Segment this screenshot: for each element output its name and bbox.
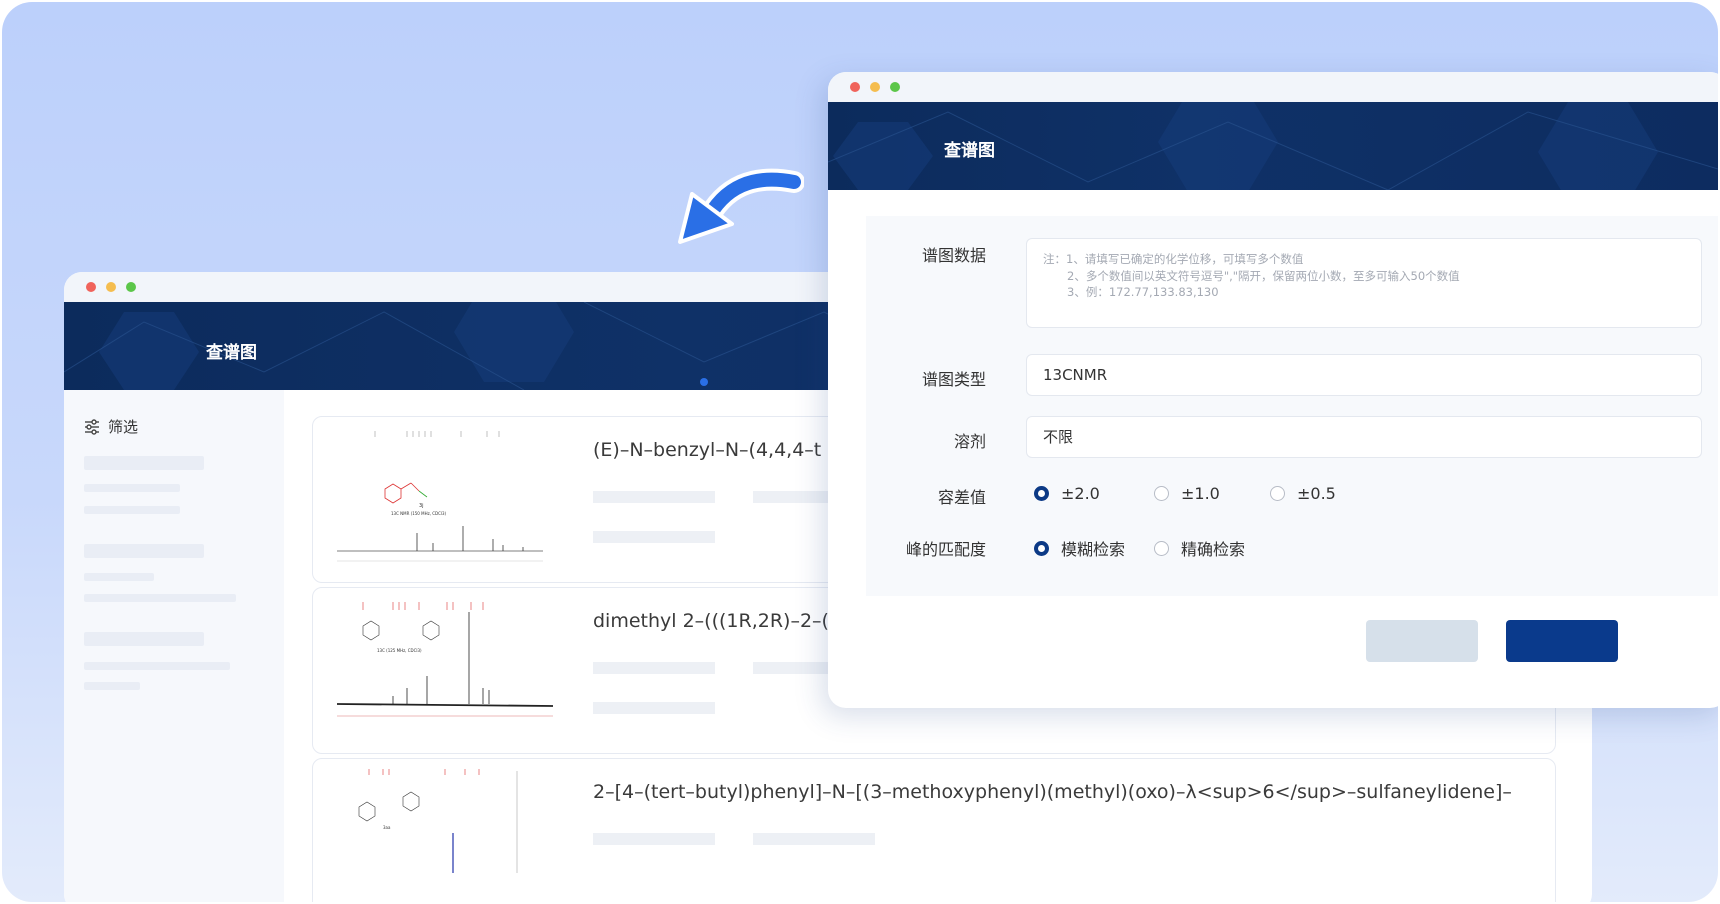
skeleton-line [84, 573, 154, 581]
tolerance-option-0-5[interactable]: ±0.5 [1270, 484, 1336, 503]
tolerance-option-1-0[interactable]: ±1.0 [1154, 484, 1220, 503]
skeleton-line [593, 531, 715, 543]
spectrum-type-label: 谱图类型 [921, 370, 986, 389]
solvent-label: 溶剂 [953, 432, 986, 451]
solvent-value: 不限 [1043, 428, 1074, 446]
search-button[interactable] [1506, 620, 1618, 662]
filter-sidebar: 筛选 [64, 390, 284, 902]
spectrum-type-value: 13CNMR [1043, 366, 1108, 384]
svg-text:13C (125 MHz, CDCl3): 13C (125 MHz, CDCl3) [377, 648, 422, 653]
skeleton-line [84, 594, 236, 602]
spectrum-data-textarea[interactable]: 注：1、请填写已确定的化学位移，可填写多个数值 2、多个数值间以英文符号逗号",… [1026, 238, 1702, 328]
spectrum-thumbnail[interactable]: 3j 13C NMR (150 MHz, CDCl3) [323, 421, 559, 577]
radio-label: 精确检索 [1181, 540, 1246, 559]
result-card[interactable]: 3aa 2–[4–(tert–butyl)phenyl]–N–[(3–metho… [312, 758, 1556, 902]
skeleton-line [753, 833, 875, 845]
curved-arrow-icon [678, 168, 804, 244]
spectrum-type-select[interactable]: 13CNMR [1026, 354, 1702, 396]
maximize-dot-icon[interactable] [126, 282, 136, 292]
nmr-spectrum-image: 13C (125 MHz, CDCl3) [336, 602, 554, 717]
skeleton-line [593, 662, 715, 674]
radio-unchecked-icon[interactable] [1270, 486, 1285, 501]
spectrum-thumbnail[interactable]: 3aa [323, 763, 559, 902]
nmr-spectrum-image: 3j 13C NMR (150 MHz, CDCl3) [337, 431, 543, 562]
close-dot-icon[interactable] [86, 282, 96, 292]
radio-checked-icon[interactable] [1034, 540, 1049, 556]
sliders-icon [85, 418, 99, 435]
notes-line: 2、多个数值间以英文符号逗号","隔开，保留两位小数，至多可输入50个数值 [1067, 268, 1460, 283]
skeleton-line [84, 662, 230, 670]
spectrum-thumbnail[interactable]: 13C (125 MHz, CDCl3) [323, 592, 559, 748]
spectrum-data-label: 谱图数据 [921, 246, 986, 265]
skeleton-line [84, 506, 180, 514]
filter-label: 筛选 [108, 418, 139, 436]
background-panel: 查谱图 筛选 3j 13C NMR (150 MHz, CDCl3) (E)–N… [2, 2, 1718, 902]
page-title: 查谱图 [206, 343, 257, 363]
nmr-spectrum-image: 3aa [358, 769, 518, 873]
header-banner: 查谱图 [828, 102, 1718, 190]
radio-checked-icon[interactable] [1034, 486, 1049, 501]
svg-text:3aa: 3aa [383, 825, 391, 830]
tolerance-option-2-0[interactable]: ±2.0 [1034, 484, 1100, 503]
radio-label: ±0.5 [1297, 484, 1336, 503]
radio-label: ±2.0 [1061, 484, 1100, 503]
peak-match-label: 峰的匹配度 [905, 540, 986, 559]
svg-text:3j: 3j [419, 503, 424, 509]
svg-text:13C NMR (150 MHz, CDCl3): 13C NMR (150 MHz, CDCl3) [391, 511, 447, 516]
radio-label: ±1.0 [1181, 484, 1220, 503]
skeleton-line [84, 632, 204, 646]
skeleton-line [84, 682, 140, 690]
skeleton-line [84, 544, 204, 558]
page-title: 查谱图 [944, 141, 995, 161]
skeleton-line [593, 491, 715, 503]
maximize-dot-icon[interactable] [890, 82, 900, 92]
minimize-dot-icon[interactable] [106, 282, 116, 292]
radio-label: 模糊检索 [1061, 540, 1126, 559]
radio-unchecked-icon[interactable] [1154, 486, 1169, 501]
close-dot-icon[interactable] [850, 82, 860, 92]
compound-name[interactable]: (E)–N–benzyl–N–(4,4,4–t [593, 439, 821, 461]
skeleton-line [84, 456, 204, 470]
compound-name[interactable]: 2–[4–(tert–butyl)phenyl]–N–[(3–methoxyph… [593, 781, 1512, 803]
search-form: 谱图数据 注：1、请填写已确定的化学位移，可填写多个数值 2、多个数值间以英文符… [866, 216, 1718, 596]
notes-line: 3、例：172.77,133.83,130 [1067, 285, 1219, 299]
search-form-window: 查谱图 谱图数据 注：1、请填写已确定的化学位移，可填写多个数值 2、多个数值间… [828, 72, 1718, 708]
radio-unchecked-icon[interactable] [1154, 540, 1169, 556]
notes-line: 注：1、请填写已确定的化学位移，可填写多个数值 [1043, 252, 1304, 266]
solvent-select[interactable]: 不限 [1026, 416, 1702, 458]
peak-match-option-fuzzy[interactable]: 模糊检索 [1034, 536, 1125, 560]
cancel-button[interactable] [1366, 620, 1478, 662]
filter-header[interactable]: 筛选 [84, 416, 138, 437]
peak-match-option-exact[interactable]: 精确检索 [1154, 536, 1245, 560]
skeleton-line [593, 702, 715, 714]
compound-name[interactable]: dimethyl 2–(((1R,2R)–2–(( [593, 610, 836, 632]
window-chrome [828, 72, 1718, 102]
tolerance-label: 容差值 [937, 488, 986, 507]
minimize-dot-icon[interactable] [870, 82, 880, 92]
skeleton-line [593, 833, 715, 845]
skeleton-line [84, 484, 180, 492]
